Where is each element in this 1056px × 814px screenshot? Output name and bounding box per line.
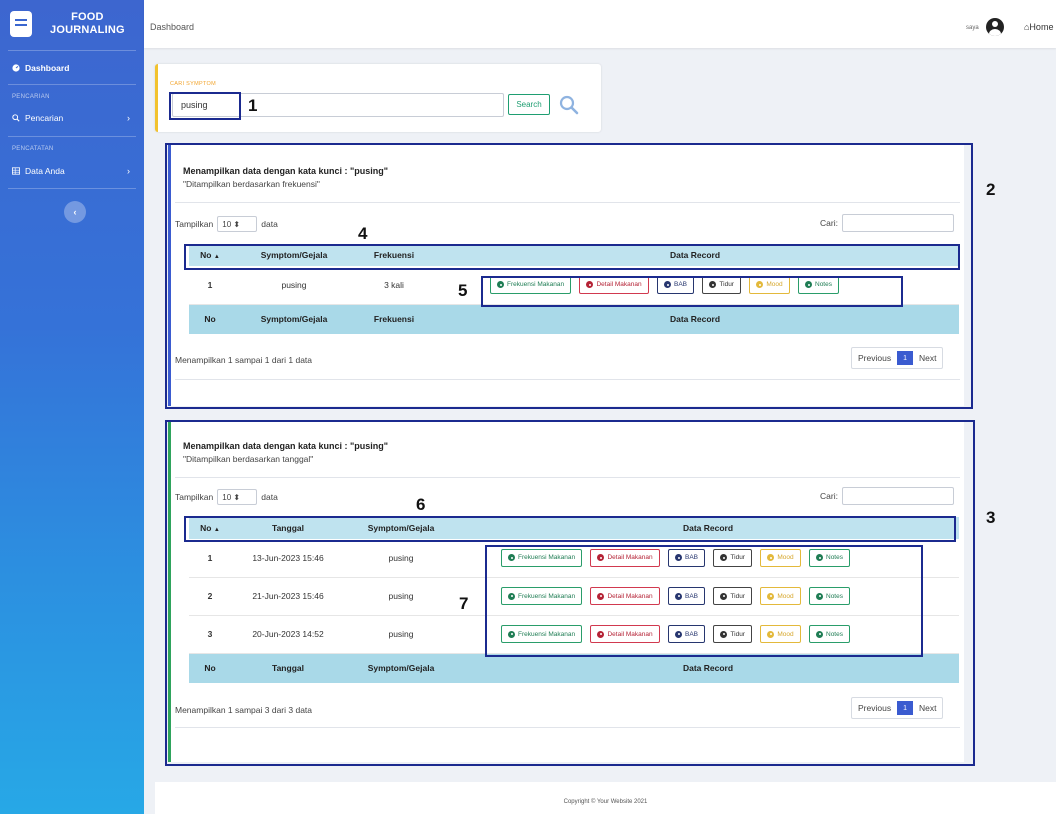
annotation-box-4 bbox=[184, 244, 960, 270]
chevron-right-icon: › bbox=[127, 166, 130, 176]
sidebar-item-label: Dashboard bbox=[25, 63, 70, 73]
annotation-number-1: 1 bbox=[248, 96, 258, 115]
sidebar-item-label: Data Anda bbox=[25, 166, 65, 176]
avatar[interactable] bbox=[986, 18, 1004, 36]
gauge-icon bbox=[12, 64, 20, 72]
search-icon bbox=[12, 114, 20, 122]
sidebar-item-label: Pencarian bbox=[25, 113, 64, 123]
sidebar-heading-pencatatan: PENCATATAN bbox=[12, 146, 54, 152]
sidebar-item-pencarian[interactable]: Pencarian › bbox=[0, 108, 144, 128]
brand-line2: JOURNALING bbox=[50, 24, 125, 36]
copyright-text: Copyright © Your Website 2021 bbox=[563, 799, 648, 805]
breadcrumb: Dashboard bbox=[150, 22, 195, 32]
brand-text: FOOD JOURNALING bbox=[50, 11, 125, 37]
sidebar-item-dashboard[interactable]: Dashboard bbox=[0, 58, 144, 78]
annotation-number-7: 7 bbox=[459, 594, 469, 613]
sidebar-divider bbox=[8, 84, 136, 85]
annotation-box-5 bbox=[481, 276, 903, 307]
annotation-box-7 bbox=[485, 545, 923, 657]
sidebar: FOOD JOURNALING Dashboard PENCARIAN Penc… bbox=[0, 0, 144, 814]
annotation-number-6: 6 bbox=[416, 495, 426, 514]
search-icon[interactable] bbox=[558, 94, 580, 116]
chevron-right-icon: › bbox=[127, 113, 130, 123]
page-footer: Copyright © Your Website 2021 bbox=[155, 782, 1056, 814]
sidebar-toggle-button[interactable]: ‹ bbox=[64, 201, 86, 223]
annotation-number-3: 3 bbox=[986, 508, 996, 527]
search-label: CARI SYMPTOM bbox=[170, 81, 216, 87]
annotation-number-4: 4 bbox=[358, 224, 368, 243]
annotation-number-5: 5 bbox=[458, 281, 468, 300]
user-name[interactable]: saya bbox=[966, 25, 979, 31]
home-link[interactable]: ⌂Home bbox=[1024, 22, 1053, 32]
topbar: Dashboard saya ⌂Home bbox=[144, 0, 1056, 48]
sidebar-divider bbox=[8, 188, 136, 189]
brand-line1: FOOD bbox=[71, 11, 104, 23]
table-icon bbox=[12, 167, 20, 175]
annotation-box-1 bbox=[169, 92, 241, 120]
sidebar-divider bbox=[8, 136, 136, 137]
sidebar-heading-pencarian: PENCARIAN bbox=[12, 94, 50, 100]
sidebar-divider bbox=[8, 50, 136, 51]
search-button[interactable]: Search bbox=[508, 94, 550, 115]
annotation-number-2: 2 bbox=[986, 180, 996, 199]
notebook-icon bbox=[10, 11, 32, 37]
annotation-box-6 bbox=[184, 516, 956, 542]
brand[interactable]: FOOD JOURNALING bbox=[6, 6, 138, 42]
sidebar-item-data-anda[interactable]: Data Anda › bbox=[0, 161, 144, 181]
